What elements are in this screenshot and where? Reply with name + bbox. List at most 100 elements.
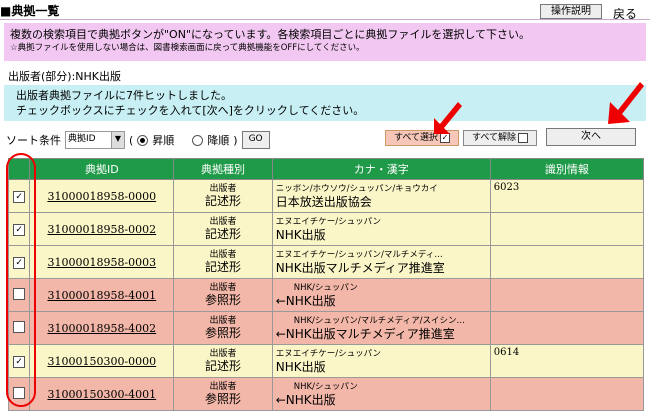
authority-id-link[interactable]: 31000150300-0000: [47, 355, 156, 368]
authority-id-link[interactable]: 31000018958-4001: [47, 289, 156, 302]
type-form: 参照形: [205, 392, 242, 406]
authority-type-cell: 出版者 参照形: [173, 278, 273, 312]
authority-type-cell: 出版者 記述形: [173, 212, 273, 246]
sort-select-value: 典拠ID: [68, 134, 96, 144]
row-checkbox-cell: [7, 278, 31, 312]
row-checkbox-cell: [7, 377, 31, 411]
row-checkbox[interactable]: ✓: [13, 224, 26, 236]
sort-label: ソート条件: [6, 134, 61, 147]
table-row: ✓ 31000018958-0002 出版者 記述形 エヌエイチケー/シュッパン NHK出…: [7, 212, 645, 246]
authority-id-cell: 31000018958-4002: [29, 311, 175, 345]
chevron-down-icon: ▼: [111, 132, 124, 148]
authority-type-cell: 出版者 参照形: [173, 311, 273, 345]
hit-count-text: 出版者典拠ファイルに7件ヒットしました。: [16, 89, 232, 102]
sort-select[interactable]: 典拠ID ▼: [65, 131, 125, 149]
kana-text: エヌエイチケー/シュッパン: [275, 216, 382, 227]
back-link[interactable]: 戻る: [613, 5, 637, 22]
type-form: 記述形: [205, 359, 242, 373]
row-checkbox[interactable]: ✓: [13, 257, 26, 269]
row-checkbox[interactable]: [13, 320, 26, 333]
next-button[interactable]: 次へ: [546, 128, 636, 146]
type-form: 記述形: [205, 194, 242, 208]
row-checkbox[interactable]: ✓: [13, 191, 26, 203]
authority-type-cell: 出版者 記述形: [173, 179, 273, 213]
identification-cell: [489, 278, 645, 312]
kana-kanji-cell: NHK/シュッパン/マルチメディア/スイシン… ←NHK出版マルチメディア推進室: [271, 311, 491, 345]
page-title: ■典拠一覧: [0, 4, 60, 18]
authority-id-link[interactable]: 31000018958-0002: [47, 223, 156, 236]
header-kana-kanji: カナ・漢字: [271, 158, 491, 180]
type-form: 記述形: [205, 227, 242, 241]
row-checkbox-cell: ✓: [7, 344, 31, 378]
authority-type-cell: 出版者 記述形: [173, 344, 273, 378]
authority-type-cell: 出版者 記述形: [173, 245, 273, 279]
kana-kanji-cell: ニッポン/ホウソウ/シュッパン/キョウカイ 日本放送出版協会: [271, 179, 491, 213]
row-checkbox[interactable]: ✓: [13, 356, 26, 368]
checkbox-icon: ✓: [440, 132, 450, 143]
identification-cell: [489, 377, 645, 411]
table-row: ✓ 31000018958-0003 出版者 記述形 エヌエイチケー/シュッパン/マルチ…: [7, 245, 645, 279]
kanji-text: ←NHK出版マルチメディア推進室: [275, 326, 455, 341]
identification-cell: 0614: [489, 344, 645, 378]
kanji-text: NHK出版: [275, 227, 326, 242]
identification-cell: 6023: [489, 179, 645, 213]
authority-id-link[interactable]: 31000018958-4002: [47, 322, 156, 335]
identification-cell: [489, 245, 645, 279]
authority-id-link[interactable]: 31000018958-0000: [47, 190, 156, 203]
kanji-text: 日本放送出版協会: [275, 194, 372, 209]
kanji-text: ←NHK出版: [275, 293, 336, 308]
help-button[interactable]: 操作説明: [540, 4, 602, 19]
table-row: ✓ 31000018958-0000 出版者 記述形 ニッポン/ホウソウ/シュッパン/キ…: [7, 179, 645, 213]
instruction-text: チェックボックスにチェックを入れて[次へ]をクリックしてください。: [16, 104, 365, 117]
table-row: 31000150300-4001 出版者 参照形 NHK/シュッパン ←NHK出版: [7, 377, 645, 411]
authority-id-cell: 31000018958-0000: [29, 179, 175, 213]
kanji-text: NHK出版: [275, 359, 326, 374]
kana-kanji-cell: NHK/シュッパン ←NHK出版: [271, 377, 491, 411]
kana-kanji-cell: NHK/シュッパン ←NHK出版: [271, 278, 491, 312]
row-checkbox-cell: ✓: [7, 212, 31, 246]
row-checkbox[interactable]: [13, 386, 26, 399]
kana-text: ニッポン/ホウソウ/シュッパン/キョウカイ: [275, 183, 438, 194]
identification-cell: [489, 311, 645, 345]
row-checkbox-cell: [7, 311, 31, 345]
radio-ascending-label: 昇順: [152, 134, 175, 147]
authority-id-cell: 31000018958-0002: [29, 212, 175, 246]
kana-text: エヌエイチケー/シュッパン: [275, 348, 382, 359]
radio-descending[interactable]: [192, 134, 204, 146]
kana-text: NHK/シュッパン: [293, 381, 358, 392]
row-checkbox-cell: ✓: [7, 179, 31, 213]
kana-text: NHK/シュッパン: [293, 282, 358, 293]
search-field-label: 出版者(部分):NHK出版: [8, 70, 122, 83]
notice-line-2: ☆典拠ファイルを使用しない場合は、図書検索画面に戻って典拠機能をOFFにしてくだ…: [10, 43, 365, 53]
kana-kanji-cell: エヌエイチケー/シュッパン NHK出版: [271, 212, 491, 246]
radio-ascending[interactable]: [137, 134, 149, 146]
type-form: 参照形: [205, 326, 242, 340]
row-checkbox-cell: ✓: [7, 245, 31, 279]
header-authority-id: 典拠ID: [29, 158, 175, 180]
identification-cell: [489, 212, 645, 246]
deselect-all-label: すべて解除: [471, 133, 516, 143]
select-all-button[interactable]: すべて選択 ✓: [385, 130, 459, 146]
kana-kanji-cell: エヌエイチケー/シュッパン NHK出版: [271, 344, 491, 378]
checkbox-icon: [518, 132, 528, 143]
table-row: 31000018958-4001 出版者 参照形 NHK/シュッパン ←NHK出版: [7, 278, 645, 312]
kana-text: NHK/シュッパン/マルチメディア/スイシン…: [293, 315, 465, 326]
table-header-row: 典拠ID 典拠種別 カナ・漢字 識別情報: [7, 158, 645, 180]
authority-table: 典拠ID 典拠種別 カナ・漢字 識別情報 ✓ 31000018958-0000 出版…: [7, 158, 645, 411]
authority-id-link[interactable]: 31000150300-4001: [47, 388, 156, 401]
sort-controls: ソート条件 典拠ID ▼ ( 昇順 降順 ) GO: [6, 130, 270, 150]
authority-id-cell: 31000150300-4001: [29, 377, 175, 411]
title-divider: [0, 19, 650, 20]
go-button[interactable]: GO: [241, 131, 270, 149]
header-identification: 識別情報: [489, 158, 645, 180]
type-form: 参照形: [205, 293, 242, 307]
notice-line-1: 複数の検索項目で典拠ボタンが"ON"になっています。各検索項目ごとに典拠ファイル…: [10, 28, 531, 41]
authority-id-link[interactable]: 31000018958-0003: [47, 256, 156, 269]
paren-open: (: [129, 133, 134, 147]
table-row: ✓ 31000150300-0000 出版者 記述形 エヌエイチケー/シュッパン NHK出…: [7, 344, 645, 378]
multi-authority-notice: 複数の検索項目で典拠ボタンが"ON"になっています。各検索項目ごとに典拠ファイル…: [4, 23, 646, 61]
header-checkbox-col: [7, 158, 31, 180]
authority-id-cell: 31000150300-0000: [29, 344, 175, 378]
deselect-all-button[interactable]: すべて解除: [463, 130, 537, 146]
row-checkbox[interactable]: [13, 287, 26, 300]
